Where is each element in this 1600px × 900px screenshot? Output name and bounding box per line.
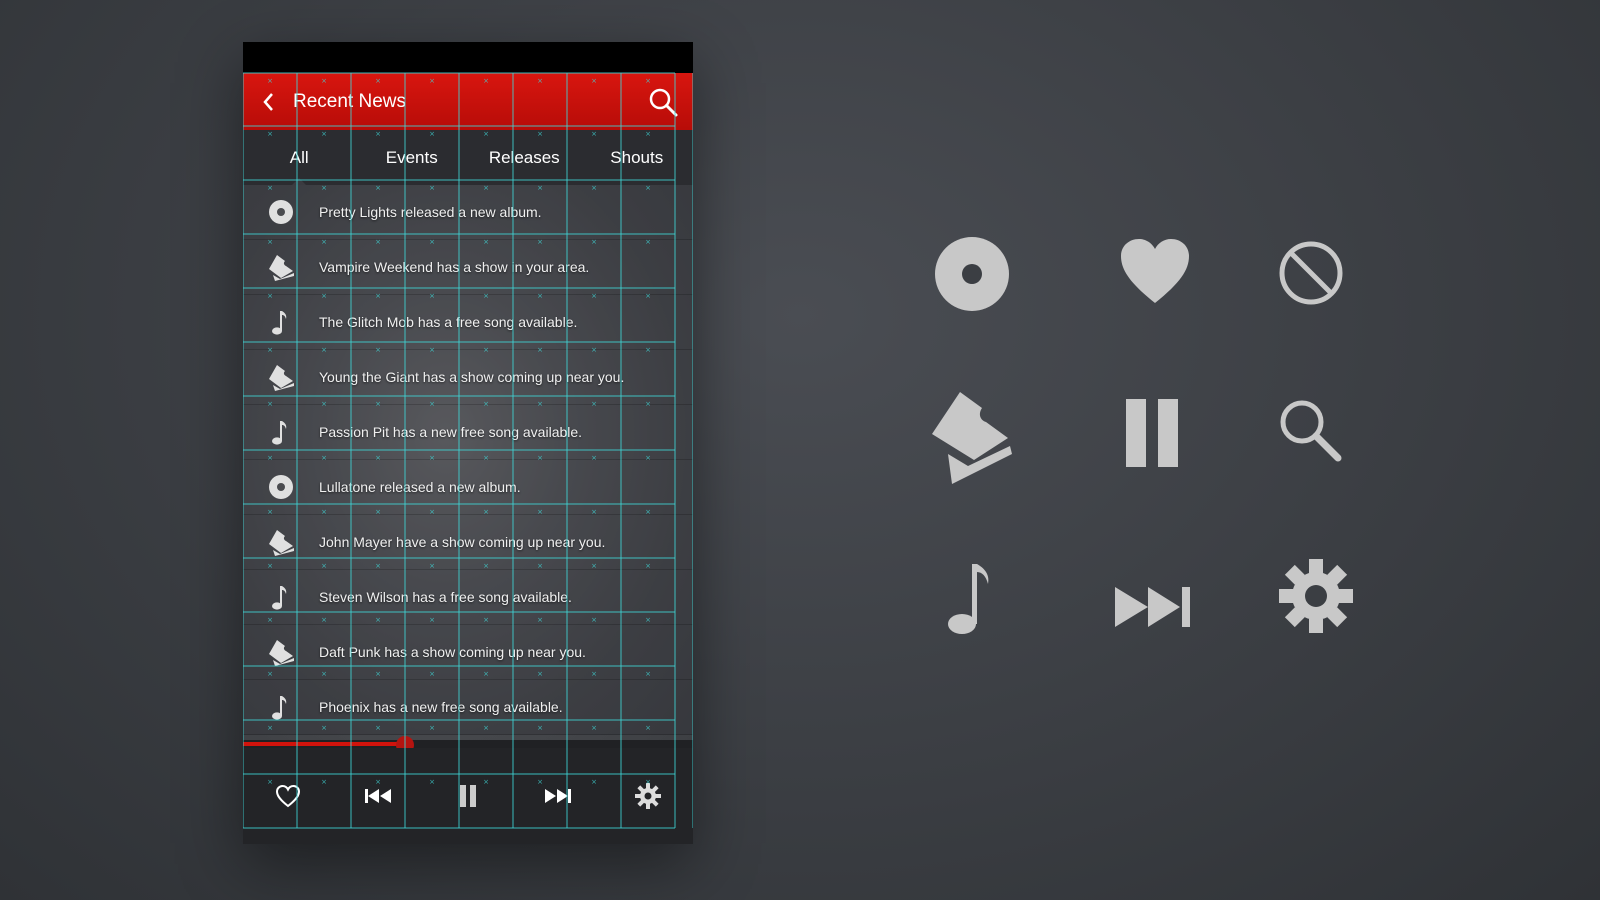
- pause-button[interactable]: [423, 748, 513, 844]
- feed-item[interactable]: John Mayer have a show coming up near yo…: [243, 515, 693, 570]
- feed-item[interactable]: Pretty Lights released a new album.: [243, 185, 693, 240]
- feed-item-text: Phoenix has a new free song available.: [319, 699, 563, 715]
- feed-item[interactable]: Phoenix has a new free song available.: [243, 680, 693, 735]
- album-icon: [269, 200, 293, 224]
- app-bar: Recent News: [243, 73, 693, 130]
- player-bar: [243, 748, 693, 844]
- feed-item-icon: [243, 308, 319, 336]
- music-note-icon: [272, 586, 287, 610]
- music-note-icon: [272, 311, 287, 335]
- feed-item-icon: [243, 473, 319, 501]
- feed-item-text: Lullatone released a new album.: [319, 479, 521, 495]
- search-button[interactable]: [633, 73, 693, 130]
- feed-item-icon: [243, 693, 319, 721]
- tab-events[interactable]: Events: [356, 130, 469, 185]
- back-button[interactable]: [243, 73, 293, 130]
- tab-all[interactable]: All: [243, 130, 356, 186]
- block-icon: [1279, 241, 1343, 305]
- tab-bar: All Events Releases Shouts: [243, 130, 693, 186]
- gear-icon: [1279, 559, 1353, 633]
- heart-icon: [275, 784, 301, 808]
- page-title: Recent News: [293, 90, 406, 112]
- music-note-icon: [948, 564, 989, 634]
- album-icon: [269, 475, 293, 499]
- news-feed: Pretty Lights released a new album. Vampi…: [243, 185, 693, 740]
- icon-showcase: [920, 220, 1400, 660]
- pause-icon: [460, 785, 476, 807]
- feed-item-text: Young the Giant has a show coming up nea…: [319, 369, 625, 385]
- tab-shouts[interactable]: Shouts: [581, 130, 694, 185]
- next-button[interactable]: [513, 748, 603, 844]
- playback-progress[interactable]: [243, 736, 693, 754]
- chevron-left-icon: [263, 92, 273, 111]
- feed-item-icon: [243, 638, 319, 666]
- feed-item-icon: [243, 363, 319, 391]
- ticket-icon: [269, 530, 294, 556]
- settings-button[interactable]: [603, 748, 693, 844]
- heart-icon: [1121, 239, 1189, 303]
- favorite-button[interactable]: [243, 748, 333, 844]
- feed-item-icon: [243, 198, 319, 226]
- ticket-icon: [269, 255, 294, 281]
- next-icon: [545, 789, 571, 803]
- progress-fill: [243, 742, 405, 746]
- fast-forward-icon: [1115, 587, 1190, 627]
- feed-item-icon: [243, 253, 319, 281]
- feed-item-text: The Glitch Mob has a free song available…: [319, 314, 578, 330]
- feed-item-text: Steven Wilson has a free song available.: [319, 589, 572, 605]
- music-note-icon: [272, 421, 287, 445]
- status-bar: [243, 42, 693, 73]
- feed-item-text: Daft Punk has a show coming up near you.: [319, 644, 586, 660]
- feed-item-text: Vampire Weekend has a show in your area.: [319, 259, 590, 275]
- feed-item-icon: [243, 528, 319, 556]
- gear-icon: [635, 783, 661, 809]
- ticket-icon: [269, 640, 294, 666]
- feed-item-icon: [243, 418, 319, 446]
- pause-icon: [1126, 399, 1178, 467]
- album-icon: [935, 237, 1009, 311]
- music-note-icon: [272, 696, 287, 720]
- feed-item-icon: [243, 583, 319, 611]
- feed-item[interactable]: Daft Punk has a show coming up near you.: [243, 625, 693, 680]
- feed-item-text: Passion Pit has a new free song availabl…: [319, 424, 583, 440]
- previous-icon: [365, 789, 391, 803]
- feed-item-text: John Mayer have a show coming up near yo…: [319, 534, 606, 550]
- feed-item[interactable]: The Glitch Mob has a free song available…: [243, 295, 693, 350]
- ticket-icon: [269, 365, 294, 391]
- feed-item[interactable]: Vampire Weekend has a show in your area.: [243, 240, 693, 295]
- search-icon: [649, 88, 678, 116]
- previous-button[interactable]: [333, 748, 423, 844]
- ticket-icon: [932, 392, 1012, 484]
- tab-releases[interactable]: Releases: [468, 130, 581, 185]
- feed-item[interactable]: Steven Wilson has a free song available.: [243, 570, 693, 625]
- feed-item[interactable]: Lullatone released a new album.: [243, 460, 693, 515]
- phone-mockup: Recent News All Events Releases Shouts P…: [243, 42, 693, 844]
- search-icon: [1280, 400, 1342, 462]
- feed-item[interactable]: Passion Pit has a new free song availabl…: [243, 405, 693, 460]
- feed-item-text: Pretty Lights released a new album.: [319, 204, 542, 220]
- feed-item[interactable]: Young the Giant has a show coming up nea…: [243, 350, 693, 405]
